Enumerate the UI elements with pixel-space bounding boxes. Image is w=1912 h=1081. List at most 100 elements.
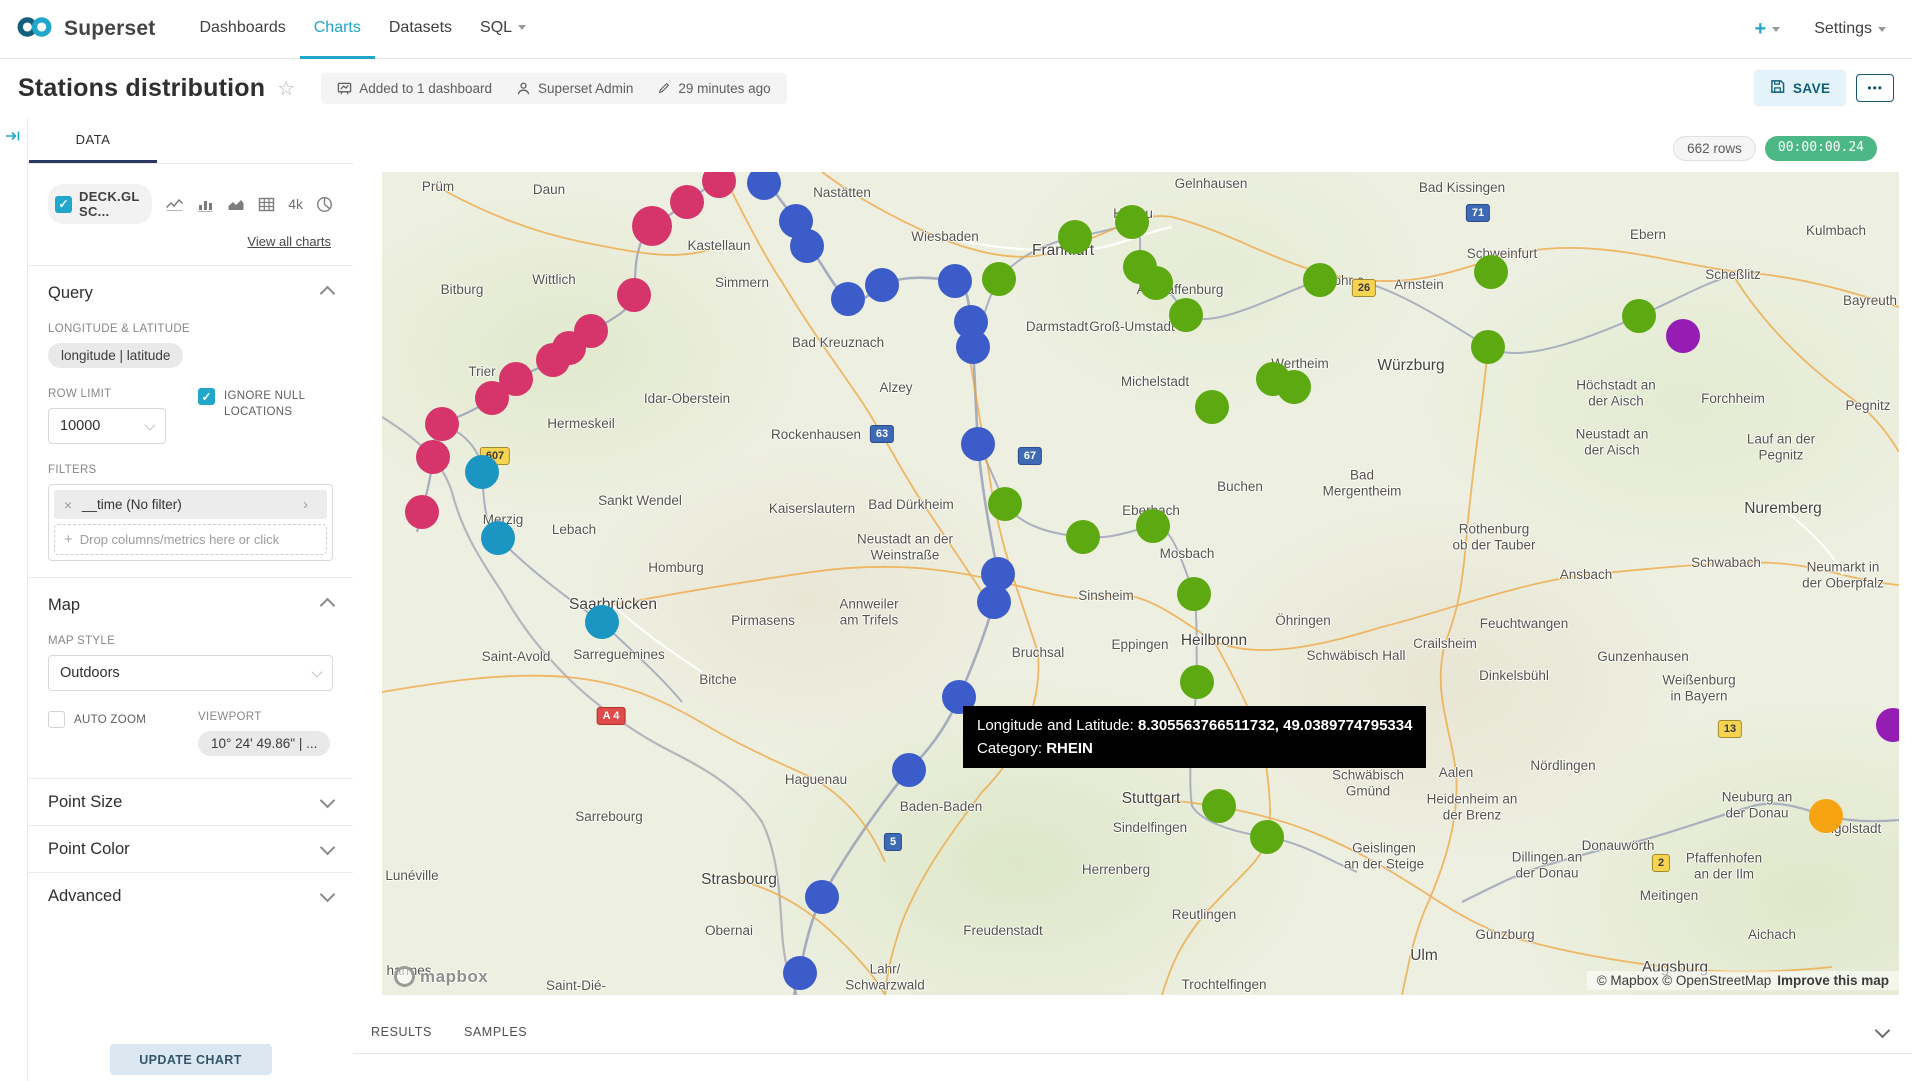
settings-menu[interactable]: Settings: [1814, 20, 1886, 38]
filter-chip-time[interactable]: × __time (No filter) ›: [54, 490, 327, 519]
superset-logo[interactable]: Superset: [14, 15, 155, 44]
page-title: Stations distribution: [18, 74, 265, 103]
road-shield: 67: [1018, 447, 1042, 465]
map-point[interactable]: [805, 880, 839, 914]
map-point[interactable]: [536, 343, 570, 377]
map-point[interactable]: [1622, 299, 1656, 333]
map-point[interactable]: [1058, 220, 1092, 254]
new-item-button[interactable]: +: [1755, 18, 1781, 41]
map-point[interactable]: [585, 605, 619, 639]
map-label: Homburg: [648, 560, 704, 576]
map-point[interactable]: [475, 381, 509, 415]
map-point[interactable]: [938, 264, 972, 298]
map-point[interactable]: [416, 440, 450, 474]
row-limit-select[interactable]: 10000: [48, 408, 166, 444]
map-point[interactable]: [1471, 330, 1505, 364]
point-color-section[interactable]: Point Color: [28, 825, 353, 872]
map-point[interactable]: [1277, 370, 1311, 404]
save-button[interactable]: SAVE: [1754, 70, 1846, 106]
query-section-header[interactable]: Query: [48, 284, 333, 303]
nav-item-sql[interactable]: SQL: [466, 0, 540, 59]
viewport-chip[interactable]: 10° 24' 49.86" | ...: [198, 731, 330, 756]
map-point[interactable]: [1250, 820, 1284, 854]
nav-item-charts[interactable]: Charts: [300, 0, 375, 59]
map-point[interactable]: [670, 185, 704, 219]
map-point[interactable]: [632, 206, 672, 246]
favorite-star-icon[interactable]: ☆: [277, 76, 295, 101]
map-point[interactable]: [1169, 298, 1203, 332]
owner-badge[interactable]: Superset Admin: [516, 81, 633, 96]
area-chart-icon[interactable]: [227, 197, 245, 212]
map-point[interactable]: [1474, 255, 1508, 289]
pie-chart-icon[interactable]: [316, 196, 333, 213]
map-label: Neuburg ander Donau: [1722, 789, 1793, 820]
map-point[interactable]: [1066, 520, 1100, 554]
nav-item-dashboards[interactable]: Dashboards: [185, 0, 299, 59]
map-point[interactable]: [961, 427, 995, 461]
superset-explore-page: Superset Dashboards Charts Datasets SQL …: [0, 0, 1912, 1081]
map-point[interactable]: [977, 585, 1011, 619]
more-viz-count[interactable]: 4k: [288, 196, 303, 212]
map-attribution[interactable]: © Mapbox © OpenStreetMapImprove this map: [1587, 971, 1899, 990]
map-point[interactable]: [982, 262, 1016, 296]
update-chart-button[interactable]: UPDATE CHART: [110, 1044, 272, 1075]
map-point[interactable]: [1195, 390, 1229, 424]
map-section-header[interactable]: Map: [48, 596, 333, 615]
map-style-select[interactable]: Outdoors: [48, 655, 333, 691]
map-point[interactable]: [1177, 577, 1211, 611]
map-canvas[interactable]: Longitude and Latitude: 8.30556376651173…: [382, 172, 1899, 995]
map-point[interactable]: [892, 753, 926, 787]
map-point[interactable]: [783, 956, 817, 990]
map-point[interactable]: [988, 487, 1022, 521]
point-size-section[interactable]: Point Size: [28, 779, 353, 825]
bar-chart-icon[interactable]: [197, 197, 214, 212]
dashboards-badge[interactable]: Added to 1 dashboard: [337, 81, 492, 96]
mapbox-logo[interactable]: mapbox: [394, 966, 488, 987]
map-point[interactable]: [956, 330, 990, 364]
lon-lat-chip[interactable]: longitude | latitude: [48, 343, 183, 368]
map-label: Feuchtwangen: [1480, 616, 1569, 632]
map-point[interactable]: [425, 407, 459, 441]
map-point[interactable]: [405, 495, 439, 529]
map-point[interactable]: [831, 282, 865, 316]
map-point[interactable]: [1303, 263, 1337, 297]
chevron-down-icon: [1772, 27, 1780, 32]
map-point[interactable]: [1136, 509, 1170, 543]
map-point[interactable]: [1180, 665, 1214, 699]
view-all-charts-link[interactable]: View all charts: [48, 234, 331, 249]
line-chart-icon[interactable]: [165, 197, 184, 212]
auto-zoom-checkbox[interactable]: [48, 711, 65, 728]
chart-area: 662 rows 00:00:00.24: [353, 117, 1912, 1081]
map-point[interactable]: [1666, 319, 1700, 353]
table-icon[interactable]: [258, 197, 275, 212]
map-point[interactable]: [790, 229, 824, 263]
map-point[interactable]: [481, 521, 515, 555]
viz-type-chip[interactable]: ✓ DECK.GL SC...: [48, 184, 152, 224]
more-options-button[interactable]: •••: [1856, 74, 1894, 102]
map-style-label: MAP STYLE: [48, 635, 333, 647]
map-label: Prüm: [422, 179, 454, 195]
advanced-section[interactable]: Advanced: [28, 872, 353, 919]
expand-panel-icon[interactable]: [5, 129, 21, 148]
remove-filter-icon[interactable]: ×: [54, 497, 82, 513]
ignore-null-checkbox[interactable]: ✓: [198, 388, 215, 405]
mapbox-icon: [394, 966, 415, 987]
collapse-results-icon[interactable]: [1877, 1023, 1888, 1041]
map-point[interactable]: [865, 268, 899, 302]
map-label: Dinkelsbühl: [1479, 668, 1549, 684]
map-point[interactable]: [465, 455, 499, 489]
nav-item-datasets[interactable]: Datasets: [375, 0, 466, 59]
map-point[interactable]: [1115, 205, 1149, 239]
tab-samples[interactable]: SAMPLES: [464, 1025, 527, 1039]
filter-drop-zone[interactable]: + Drop columns/metrics here or click: [54, 524, 327, 555]
improve-map-link[interactable]: Improve this map: [1777, 973, 1889, 988]
map-label: Ebern: [1630, 227, 1666, 243]
map-point[interactable]: [1202, 789, 1236, 823]
user-icon: [516, 81, 531, 96]
map-point[interactable]: [1139, 266, 1173, 300]
map-point[interactable]: [617, 278, 651, 312]
tab-data[interactable]: DATA: [29, 132, 157, 163]
tab-results[interactable]: RESULTS: [371, 1025, 432, 1039]
map-point[interactable]: [1809, 799, 1843, 833]
last-modified-badge[interactable]: 29 minutes ago: [657, 81, 770, 96]
